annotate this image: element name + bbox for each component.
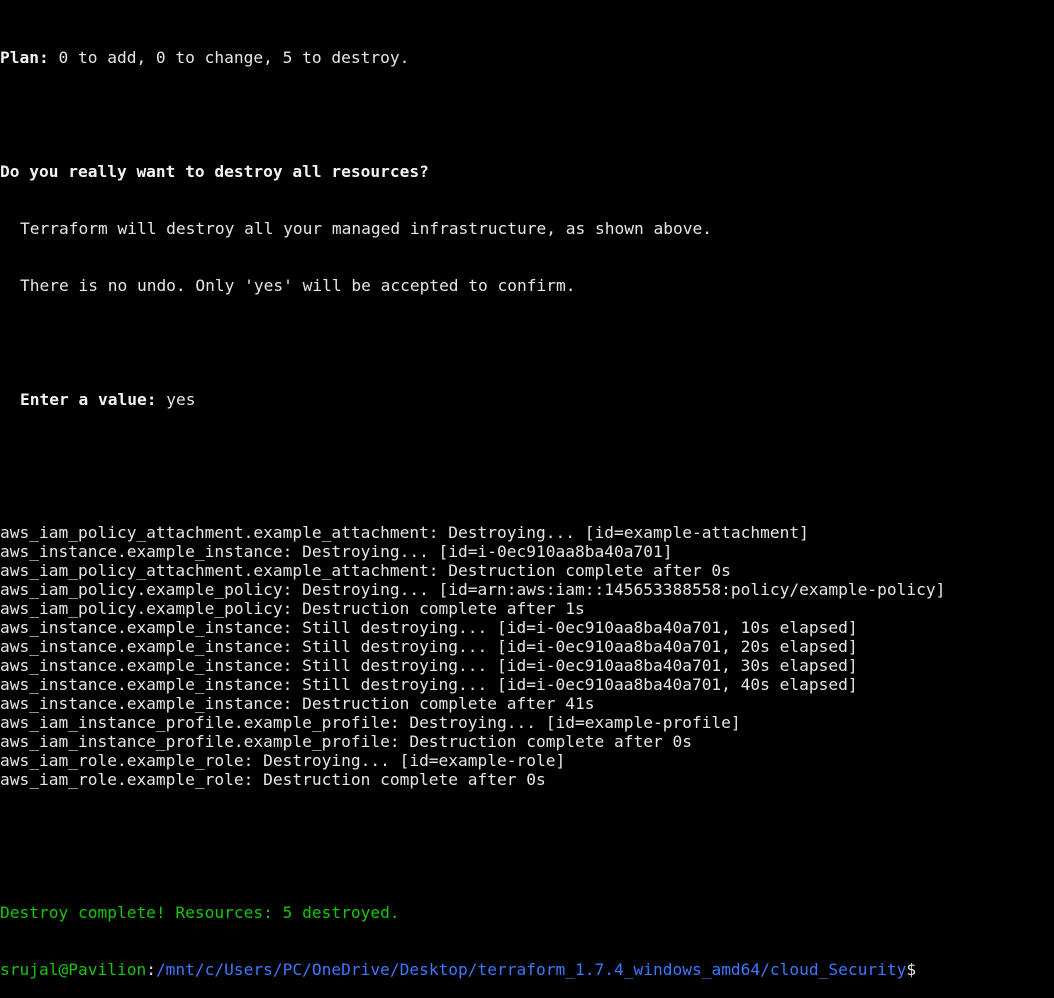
- log-line: aws_instance.example_instance: Still des…: [0, 656, 858, 675]
- confirm-question: Do you really want to destroy all resour…: [0, 162, 429, 181]
- prompt-line: Enter a value: yes: [0, 390, 1054, 409]
- shell-cwd: /mnt/c/Users/PC/OneDrive/Desktop/terrafo…: [155, 960, 907, 979]
- log-line: aws_instance.example_instance: Destroyin…: [0, 542, 673, 561]
- terminal-output[interactable]: Plan: 0 to add, 0 to change, 5 to destro…: [0, 10, 1054, 998]
- log-line: aws_iam_role.example_role: Destroying...…: [0, 751, 566, 770]
- log-line: aws_iam_instance_profile.example_profile…: [0, 713, 741, 732]
- log-line: aws_iam_policy_attachment.example_attach…: [0, 523, 809, 542]
- prompt-label: Enter a value:: [20, 390, 157, 409]
- log-line: aws_instance.example_instance: Still des…: [0, 618, 858, 637]
- text-cursor: [916, 961, 925, 978]
- log-line: aws_iam_policy_attachment.example_attach…: [0, 561, 731, 580]
- plan-line: Plan: 0 to add, 0 to change, 5 to destro…: [0, 48, 1054, 67]
- log-line: aws_iam_policy.example_policy: Destructi…: [0, 599, 585, 618]
- log-line: aws_instance.example_instance: Still des…: [0, 675, 858, 694]
- log-line: aws_instance.example_instance: Destructi…: [0, 694, 595, 713]
- result-line: Destroy complete! Resources: 5 destroyed…: [0, 903, 400, 922]
- plan-label: Plan:: [0, 48, 49, 67]
- confirm-warning-2: There is no undo. Only 'yes' will be acc…: [20, 276, 576, 295]
- destroy-log: aws_iam_policy_attachment.example_attach…: [0, 523, 1054, 789]
- log-line: aws_iam_instance_profile.example_profile…: [0, 732, 692, 751]
- confirm-warning-1: Terraform will destroy all your managed …: [20, 219, 712, 238]
- prompt-value: yes: [156, 390, 196, 409]
- log-line: aws_instance.example_instance: Still des…: [0, 637, 858, 656]
- plan-summary: 0 to add, 0 to change, 5 to destroy.: [48, 48, 410, 67]
- log-line: aws_iam_policy.example_policy: Destroyin…: [0, 580, 946, 599]
- log-line: aws_iam_role.example_role: Destruction c…: [0, 770, 546, 789]
- shell-user-host: srujal@Pavilion: [0, 960, 147, 979]
- shell-separator: :: [146, 960, 156, 979]
- shell-prompt[interactable]: srujal@Pavilion:/mnt/c/Users/PC/OneDrive…: [0, 960, 1054, 979]
- shell-prompt-symbol: $: [906, 960, 917, 979]
